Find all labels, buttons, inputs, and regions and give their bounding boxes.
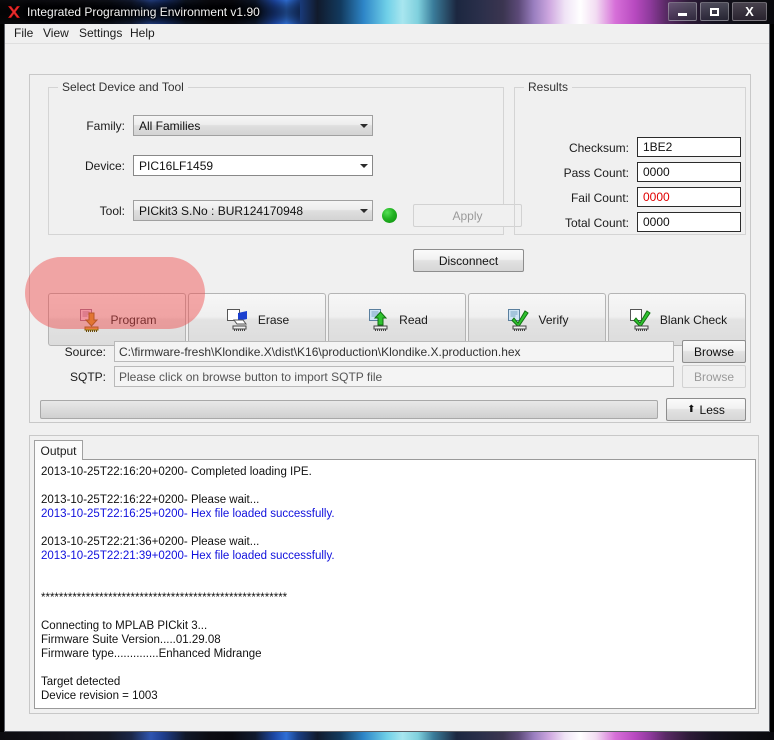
output-log-line	[41, 605, 749, 619]
output-log-line	[41, 661, 749, 675]
close-button[interactable]: X	[732, 2, 767, 21]
pass-count-label: Pass Count:	[563, 166, 629, 180]
sqtp-label: SQTP:	[69, 370, 106, 384]
output-log-line	[41, 521, 749, 535]
total-count-label: Total Count:	[564, 216, 629, 230]
fail-count-label: Fail Count:	[570, 191, 629, 205]
output-log-line: 2013-10-25T22:21:36+0200- Please wait...	[41, 536, 260, 548]
microchip-logo-icon	[6, 4, 22, 20]
blank-check-icon	[627, 307, 653, 333]
action-button-bar: Program Erase Read Verify Blank Check	[48, 293, 746, 346]
blank-check-button[interactable]: Blank Check	[608, 293, 746, 346]
output-log[interactable]: 2013-10-25T22:16:20+0200- Completed load…	[34, 459, 756, 709]
output-log-line	[41, 479, 749, 493]
tool-value: PICkit3 S.No : BUR124170948	[139, 203, 304, 218]
erase-button[interactable]: Erase	[188, 293, 326, 346]
output-panel: Output 2013-10-25T22:16:20+0200- Complet…	[29, 435, 759, 714]
minimize-button[interactable]	[668, 2, 697, 21]
device-combobox[interactable]: PIC16LF1459	[133, 155, 373, 176]
connection-status-led	[382, 208, 397, 223]
output-log-line: ****************************************…	[41, 592, 288, 604]
chevron-down-icon	[355, 123, 372, 128]
menu-view[interactable]: View	[38, 26, 74, 41]
tab-output[interactable]: Output	[34, 440, 83, 460]
program-button-label: Program	[110, 312, 157, 327]
output-log-line	[41, 577, 749, 591]
sqtp-path-field[interactable]: Please click on browse button to import …	[114, 366, 674, 387]
checksum-label: Checksum:	[568, 141, 629, 155]
menu-file[interactable]: File	[9, 26, 38, 41]
family-value: All Families	[139, 118, 201, 133]
output-log-line: 2013-10-25T22:16:22+0200- Please wait...	[41, 494, 260, 506]
read-button-label: Read	[399, 312, 428, 327]
menu-settings[interactable]: Settings	[74, 26, 127, 41]
maximize-icon	[710, 7, 719, 16]
output-log-line: Firmware Suite Version.....01.29.08	[41, 634, 221, 646]
checksum-value: 1BE2	[637, 137, 741, 157]
maximize-button[interactable]	[700, 2, 729, 21]
blank-check-button-label: Blank Check	[659, 312, 728, 327]
device-value: PIC16LF1459	[139, 158, 214, 173]
verify-button-label: Verify	[538, 312, 569, 327]
verify-button[interactable]: Verify	[468, 293, 606, 346]
output-log-line: Device revision = 1003	[41, 690, 158, 702]
results-group: Results Checksum: 1BE2 Pass Count: 0000 …	[514, 80, 746, 235]
output-log-line: 2013-10-25T22:21:39+0200- Hex file loade…	[41, 550, 335, 562]
fail-count-value: 0000	[637, 187, 741, 207]
output-log-line: 2013-10-25T22:16:25+0200- Hex file loade…	[41, 508, 335, 520]
verify-check-icon	[505, 307, 531, 333]
output-log-line: Connecting to MPLAB PICkit 3...	[41, 620, 208, 632]
pass-count-value: 0000	[637, 162, 741, 182]
sqtp-browse-button[interactable]: Browse	[682, 365, 746, 388]
title-bar[interactable]: Integrated Programming Environment v1.90…	[0, 0, 774, 24]
tool-label: Tool:	[99, 204, 125, 218]
chevron-down-icon	[355, 208, 372, 213]
apply-button[interactable]: Apply	[413, 204, 522, 227]
program-button[interactable]: Program	[48, 293, 186, 346]
read-upload-icon	[366, 307, 392, 333]
output-log-line: 2013-10-25T22:16:20+0200- Completed load…	[41, 466, 312, 478]
group-title-results: Results	[524, 80, 573, 94]
source-path-field[interactable]: C:\firmware-fresh\Klondike.X\dist\K16\pr…	[114, 341, 674, 362]
read-button[interactable]: Read	[328, 293, 466, 346]
tool-combobox[interactable]: PICkit3 S.No : BUR124170948	[133, 200, 373, 221]
menu-bar: File View Settings Help	[5, 24, 769, 44]
chevron-down-icon	[355, 163, 372, 168]
output-log-line: Firmware type..............Enhanced Midr…	[41, 648, 262, 660]
erase-button-label: Erase	[257, 312, 290, 327]
main-panel: Select Device and Tool Family: All Famil…	[29, 74, 751, 423]
family-label: Family:	[86, 119, 125, 133]
less-button[interactable]: ⬆ Less	[666, 398, 746, 421]
disconnect-button[interactable]: Disconnect	[413, 249, 524, 272]
progress-bar	[40, 400, 658, 419]
output-log-line	[41, 563, 749, 577]
total-count-value: 0000	[637, 212, 741, 232]
source-label: Source:	[64, 345, 106, 359]
minimize-icon	[678, 12, 687, 16]
erase-icon	[225, 307, 251, 333]
window-frame-bottom-glass	[0, 732, 774, 740]
client-area: File View Settings Help Select Device an…	[4, 24, 770, 732]
arrow-up-icon: ⬆	[687, 404, 696, 415]
family-combobox[interactable]: All Families	[133, 115, 373, 136]
less-button-label: Less	[699, 402, 725, 417]
window-title: Integrated Programming Environment v1.90	[27, 5, 260, 19]
output-log-line: Target detected	[41, 676, 121, 688]
program-download-icon	[77, 307, 103, 333]
close-icon: X	[745, 4, 754, 19]
device-label: Device:	[84, 159, 125, 173]
menu-help[interactable]: Help	[125, 26, 160, 41]
source-browse-button[interactable]: Browse	[682, 340, 746, 363]
application-window: Integrated Programming Environment v1.90…	[0, 0, 774, 740]
group-title-device: Select Device and Tool	[58, 80, 188, 94]
